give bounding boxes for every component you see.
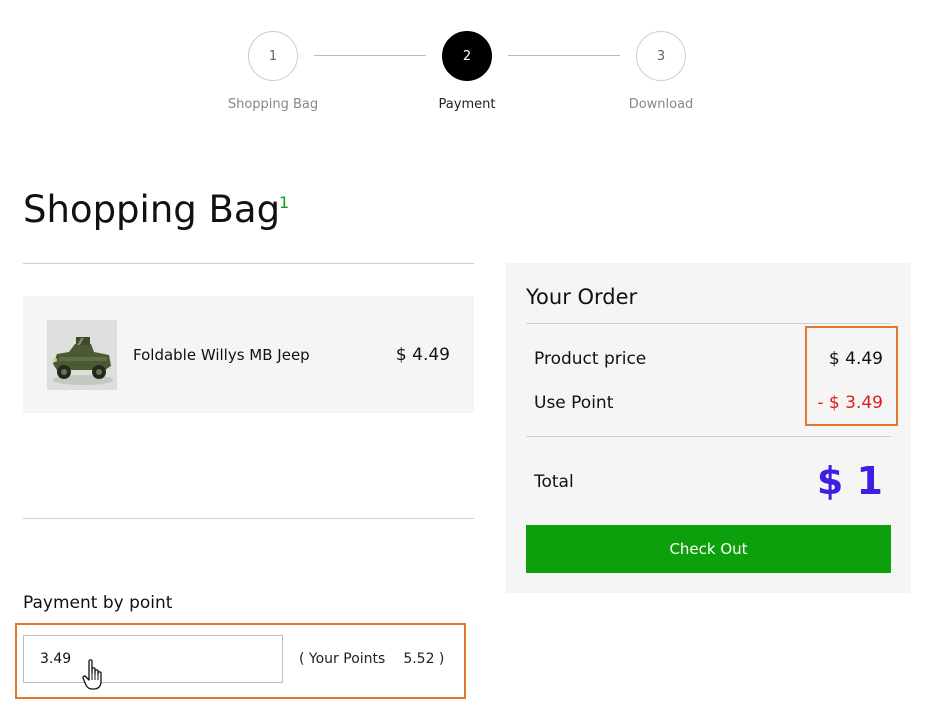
- your-points-readout: ( Your Points 5.52 ): [299, 651, 444, 667]
- total-value: $ 1: [816, 459, 883, 503]
- step-1-circle: 1: [248, 31, 298, 81]
- divider: [526, 323, 891, 324]
- jeep-thumbnail-icon: [47, 320, 117, 390]
- use-point-label: Use Point: [534, 393, 614, 413]
- bag-item-row: Foldable Willys MB Jeep $ 4.49: [23, 296, 474, 413]
- step-connector: [508, 55, 620, 56]
- step-1-label: Shopping Bag: [227, 97, 319, 112]
- bag-item-name[interactable]: Foldable Willys MB Jeep: [133, 346, 310, 364]
- step-1-number: 1: [268, 48, 278, 64]
- bag-item-price: $ 4.49: [395, 345, 450, 365]
- divider: [526, 436, 891, 437]
- checkout-button[interactable]: Check Out: [526, 525, 891, 573]
- order-summary-panel: Your Order Product price $ 4.49 Use Poin…: [506, 263, 911, 593]
- total-label: Total: [534, 472, 574, 492]
- step-3-circle: 3: [636, 31, 686, 81]
- step-2-circle: 2: [442, 31, 492, 81]
- your-points-label: ( Your Points: [299, 651, 386, 667]
- step-2-number: 2: [462, 48, 472, 64]
- step-3-number: 3: [656, 48, 666, 64]
- bag-item-count: 1: [279, 193, 290, 212]
- step-2-label: Payment: [438, 97, 496, 112]
- divider: [23, 263, 474, 264]
- payment-by-point-label: Payment by point: [23, 593, 173, 613]
- order-title: Your Order: [526, 285, 638, 309]
- step-3-label: Download: [628, 97, 694, 112]
- hand-pointer-icon: [82, 659, 102, 690]
- product-price-label: Product price: [534, 349, 647, 369]
- divider: [23, 518, 474, 519]
- your-points-value: 5.52 ): [403, 651, 445, 667]
- price-highlight-box: [805, 326, 898, 426]
- points-input[interactable]: [23, 635, 283, 683]
- step-connector: [314, 55, 426, 56]
- page-title: Shopping Bag: [23, 188, 281, 231]
